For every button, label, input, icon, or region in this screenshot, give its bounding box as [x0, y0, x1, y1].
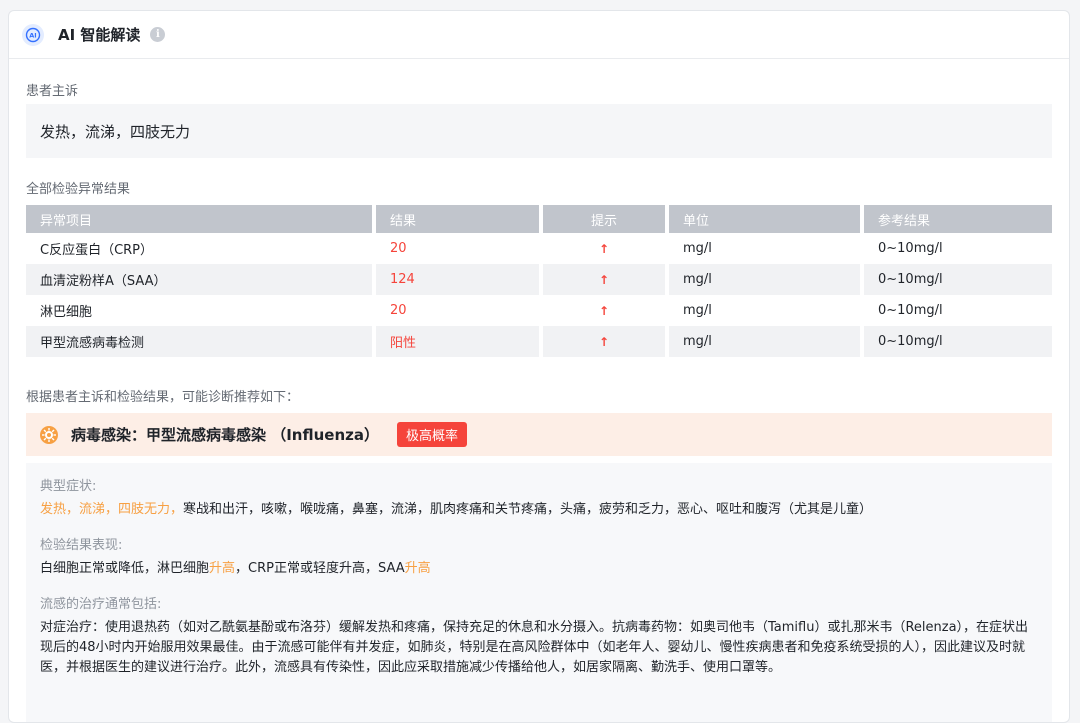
complaint-text: 发热，流涕，四肢无力 — [40, 122, 191, 141]
lab-part: 白细胞正常或降低，淋巴细胞 — [40, 561, 210, 576]
cell-unit: mg/l — [669, 295, 864, 326]
cell-item: 血清淀粉样A（SAA） — [26, 264, 376, 295]
cell-value: 20 — [376, 233, 543, 264]
table-row: 血清淀粉样A（SAA） 124 ↑ mg/l 0~10mg/l — [26, 264, 1052, 295]
diagnosis-bar: 病毒感染：甲型流感病毒感染 （Influenza） 极高概率 — [26, 413, 1052, 456]
lab-highlight: 升高 — [404, 561, 431, 576]
lab-highlight: 升高 — [209, 561, 236, 576]
cell-item: 甲型流感病毒检测 — [26, 326, 376, 357]
cell-ref: 0~10mg/l — [864, 233, 1052, 264]
col-header-item: 异常项目 — [26, 205, 376, 233]
lab-label: 检验结果表现: — [40, 538, 123, 553]
arrow-up-icon: ↑ — [543, 233, 669, 264]
symptoms-label: 典型症状: — [40, 479, 97, 494]
complaint-label: 患者主诉 — [26, 84, 79, 99]
col-header-ref: 参考结果 — [864, 205, 1052, 233]
cell-item: C反应蛋白（CRP） — [26, 233, 376, 264]
abnormal-results-table: 异常项目 结果 提示 单位 参考结果 C反应蛋白（CRP） 20 ↑ mg/l … — [26, 205, 1052, 357]
virus-icon — [40, 425, 58, 444]
cell-unit: mg/l — [669, 233, 864, 264]
table-row: 淋巴细胞 20 ↑ mg/l 0~10mg/l — [26, 295, 1052, 326]
col-header-value: 结果 — [376, 205, 543, 233]
symptoms-text: 发热，流涕，四肢无力，寒战和出汗，咳嗽，喉咙痛，鼻塞，流涕，肌肉疼痛和关节疼痛，… — [40, 500, 1038, 520]
cell-ref: 0~10mg/l — [864, 326, 1052, 357]
info-icon[interactable]: i — [150, 27, 166, 42]
table-row: C反应蛋白（CRP） 20 ↑ mg/l 0~10mg/l — [26, 233, 1052, 264]
cell-ref: 0~10mg/l — [864, 295, 1052, 326]
complaint-box: 发热，流涕，四肢无力 — [26, 104, 1052, 158]
diagnosis-title: 病毒感染：甲型流感病毒感染 （Influenza） — [71, 426, 379, 444]
diagnosis-intro: 根据患者主诉和检验结果，可能诊断推荐如下： — [26, 390, 300, 405]
treatment-text: 对症治疗：使用退热药（如对乙酰氨基酚或布洛芬）缓解发热和疼痛，保持充足的休息和水… — [40, 620, 1029, 675]
symptoms-highlight: 发热，流涕，四肢无力， — [40, 502, 184, 517]
lab-part: ，CRP正常或轻度升高，SAA — [235, 561, 405, 576]
svg-text:AI: AI — [29, 31, 36, 39]
ai-logo-icon: AI — [22, 23, 44, 46]
card-header: AI AI 智能解读 i — [9, 11, 1069, 59]
symptoms-rest: 寒战和出汗，咳嗽，喉咙痛，鼻塞，流涕，肌肉疼痛和关节疼痛，头痛，疲劳和乏力，恶心… — [183, 502, 873, 517]
arrow-up-icon: ↑ — [543, 264, 669, 295]
treatment-label: 流感的治疗通常包括: — [40, 597, 162, 612]
cell-value: 124 — [376, 264, 543, 295]
cell-value: 20 — [376, 295, 543, 326]
diagnosis-detail: 典型症状: 发热，流涕，四肢无力，寒战和出汗，咳嗽，喉咙痛，鼻塞，流涕，肌肉疼痛… — [26, 463, 1052, 722]
lab-text: 白细胞正常或降低，淋巴细胞升高，CRP正常或轻度升高，SAA升高 — [40, 559, 1038, 579]
results-label: 全部检验异常结果 — [26, 182, 131, 197]
probability-badge: 极高概率 — [397, 422, 468, 447]
ai-interpretation-card: AI AI 智能解读 i 患者主诉 发热，流涕，四肢无力 全部检验异常结果 异常… — [8, 10, 1070, 723]
arrow-up-icon: ↑ — [543, 326, 669, 357]
cell-ref: 0~10mg/l — [864, 264, 1052, 295]
table-header-row: 异常项目 结果 提示 单位 参考结果 — [26, 205, 1052, 233]
cell-value: 阳性 — [376, 326, 543, 357]
table-row: 甲型流感病毒检测 阳性 ↑ mg/l 0~10mg/l — [26, 326, 1052, 357]
cell-unit: mg/l — [669, 326, 864, 357]
col-header-hint: 提示 — [543, 205, 669, 233]
arrow-up-icon: ↑ — [543, 295, 669, 326]
col-header-unit: 单位 — [669, 205, 864, 233]
cell-item: 淋巴细胞 — [26, 295, 376, 326]
page-title: AI 智能解读 — [58, 26, 141, 44]
cell-unit: mg/l — [669, 264, 864, 295]
